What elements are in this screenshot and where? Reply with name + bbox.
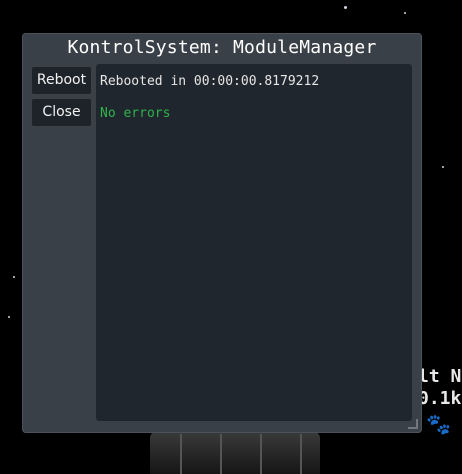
output-panel[interactable]: Rebooted in 00:00:00.8179212 No errors	[96, 64, 412, 421]
spacecraft-ring	[300, 434, 302, 474]
game-hud-text: lt N 0.1km	[418, 366, 462, 409]
star	[344, 6, 347, 9]
star	[8, 316, 10, 318]
spacecraft-ring	[220, 434, 222, 474]
spacecraft-ring	[260, 434, 262, 474]
spacecraft	[150, 432, 320, 474]
star	[13, 276, 15, 278]
spacecraft-ring	[180, 434, 182, 474]
reboot-button[interactable]: Reboot	[32, 67, 91, 94]
close-button[interactable]: Close	[32, 99, 91, 126]
error-status-text: No errors	[100, 106, 171, 121]
star	[404, 12, 406, 14]
reboot-status-text: Rebooted in 00:00:00.8179212	[100, 74, 320, 89]
star	[442, 166, 444, 168]
resize-handle[interactable]	[408, 419, 418, 429]
module-manager-window: KontrolSystem: ModuleManager Reboot Clos…	[22, 33, 422, 433]
paw-icon: 🐾	[426, 412, 451, 436]
window-title[interactable]: KontrolSystem: ModuleManager	[22, 36, 422, 60]
